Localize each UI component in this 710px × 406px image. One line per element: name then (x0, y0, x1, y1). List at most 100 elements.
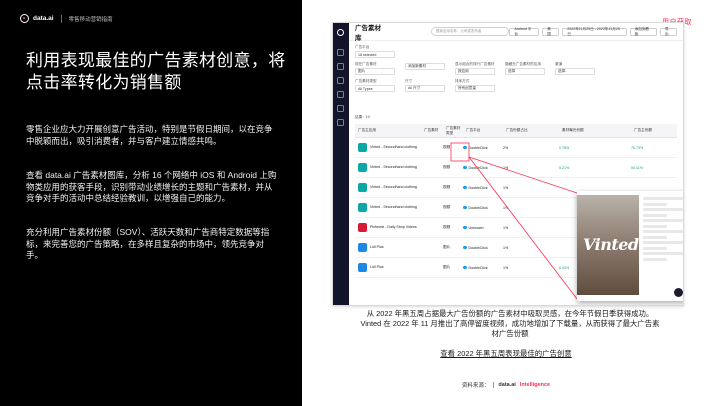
country-select[interactable]: 美国 (542, 27, 560, 36)
advertiser-cell: Lidl Plus (355, 243, 421, 252)
source-brand: data.ai (498, 382, 516, 388)
filter-creative: 现在广告素材 图片 (355, 62, 395, 75)
screenshot-caption: 从 2022 年黑五周占据最大广告份额的广告素材中吸取灵感，在今年节假日季获得成… (360, 309, 660, 338)
sov-value: 1% (503, 265, 509, 270)
column-header[interactable]: 广告份额占比 (503, 128, 559, 133)
new-creative-select[interactable]: 添加新素材 (405, 63, 445, 70)
date-range-select[interactable]: 2022年11月25日 - 2022年11月25日 (562, 27, 627, 36)
paragraph-3: 充分利用广告素材份额（SOV）、活跃天数和广告商特定数据等指标，来完善您的广告策… (26, 227, 270, 260)
creative-type: 图片 (443, 265, 451, 269)
view-creatives-link[interactable]: 查看 2022 年黑五周表现最佳的广告创意 (302, 348, 710, 359)
group-ranking-select[interactable]: 按应用 (455, 68, 495, 75)
sov-value: 1% (503, 205, 509, 210)
impression-share-value: 6.93% (559, 265, 570, 270)
creative-type-select[interactable]: All Types (355, 85, 395, 92)
add-to-dashboard-button[interactable]: 添加到看板 (629, 27, 658, 36)
hide-empty-select[interactable]: 选择 (505, 68, 545, 75)
creative-type: 视频 (443, 205, 451, 209)
platform-cell: DoubleClick (463, 246, 503, 250)
creative-details (643, 197, 683, 263)
table-header: 广告主应用 广告素材 广告素材类型 广告平台 广告份额占比 素材曝光份额 广告主… (355, 124, 677, 138)
filter-label: 渠道 (555, 62, 563, 66)
filter-ad-network: 广告平台 16 selected (355, 45, 395, 58)
filter-channel: 渠道 选择 (555, 62, 595, 75)
creative-type: 视频 (443, 145, 451, 149)
app-sidebar (333, 23, 349, 305)
platform-name: DoubleClick (468, 205, 488, 210)
ad-network-select[interactable]: 16 selected (355, 51, 395, 58)
size-select[interactable]: All 尺寸 (405, 85, 445, 92)
platform-cell: Unknown (463, 226, 503, 230)
detail-line (643, 246, 667, 250)
channel-select[interactable]: 选择 (555, 68, 595, 75)
sov-cell: 1% (503, 166, 559, 170)
sov-cell: 1% (503, 266, 559, 270)
table-row[interactable]: Vinted - Secondhand clothing 视频 DoubleClic… (355, 138, 677, 158)
target-icon[interactable] (337, 91, 344, 98)
detail-line (643, 224, 667, 228)
filter-label: 显示组合的排行广告素材 (455, 62, 495, 66)
sov-value: 1% (503, 165, 509, 170)
creative-preview-image: Vinted (577, 195, 639, 295)
app-icon (358, 243, 367, 252)
sov-cell: 1% (503, 186, 559, 190)
platform-name: DoubleClick (468, 245, 488, 250)
app-title: 广告素材库 (355, 24, 381, 42)
column-header[interactable]: 广告素材 (421, 128, 443, 133)
advertiser-share-value: 54.11% (631, 165, 643, 170)
platform-cell: DoubleClick (463, 186, 503, 190)
close-icon[interactable] (674, 288, 683, 297)
platform-cell: DoubleClick (463, 206, 503, 210)
home-icon[interactable] (337, 49, 344, 56)
column-header[interactable]: 广告平台 (463, 128, 503, 133)
grid-icon[interactable] (337, 77, 344, 84)
filter-row-2: 现在广告素材 图片 添加新素材 显示组合的排行广告素材 按应用 隐藏无广告素材的… (355, 62, 677, 75)
vinted-wordmark: Vinted (583, 235, 639, 254)
right-panel: 用户获取 广告素材库 搜索应用名称、公司或发布者 Android 平台 美国 2… (302, 0, 710, 406)
advertiser-name: Lidl Plus (370, 265, 384, 270)
creative-type: 视频 (443, 185, 451, 189)
platform-select[interactable]: Android 平台 (509, 27, 540, 36)
column-header[interactable]: 广告主应用 (355, 128, 421, 133)
creative-preview-popup[interactable]: Vinted (577, 191, 683, 301)
detail-line (643, 202, 667, 206)
export-button[interactable]: 导出 (660, 27, 677, 36)
platform-name: DoubleClick (468, 145, 488, 150)
app-icon (358, 163, 367, 172)
app-screenshot: 广告素材库 搜索应用名称、公司或发布者 Android 平台 美国 2022年1… (332, 22, 684, 306)
source-label: 资料来源： (461, 383, 490, 389)
sov-value: 2% (503, 145, 509, 150)
app-icon (358, 263, 367, 272)
detail-line (643, 230, 683, 233)
sov-value: 1% (503, 245, 509, 250)
column-header[interactable]: 广告素材类型 (443, 126, 463, 136)
impression-share-cell: 5.21% (559, 166, 631, 170)
layers-icon[interactable] (337, 105, 344, 112)
filter-panel: 广告平台 16 selected 现在广告素材 图片 添加新素材 显示组合的排行… (349, 41, 683, 100)
filter-creative-type: 广告素材类型 All Types (355, 79, 395, 92)
column-header[interactable]: 素材曝光份额 (559, 128, 631, 133)
sort-select[interactable]: 所有创意量 (455, 85, 495, 92)
table-row[interactable]: Vinted - Secondhand clothing 视频 DoubleClic… (355, 158, 677, 178)
impression-share-cell: 0.78% (559, 146, 631, 150)
platform-dot-icon (463, 145, 467, 150)
advertiser-cell: Lidl Plus (355, 263, 421, 272)
filter-label: 尺寸 (405, 79, 413, 83)
detail-line (643, 257, 667, 261)
app-icon (358, 203, 367, 212)
chart-icon[interactable] (337, 63, 344, 70)
platform-dot-icon (463, 245, 467, 250)
data-ai-logo-icon (20, 14, 29, 23)
brand-subtitle: 零售移动营销指南 (68, 16, 113, 23)
column-header[interactable]: 广告主份额 (631, 128, 671, 133)
platform-dot-icon (463, 185, 467, 190)
advertiser-share-value: 76.73% (631, 145, 644, 150)
page-headline: 利用表现最佳的广告素材创意，将点击率转化为销售额 (26, 51, 286, 92)
platform-dot-icon (463, 225, 467, 230)
settings-icon[interactable] (337, 119, 344, 126)
creative-format-select[interactable]: 图片 (355, 68, 395, 75)
platform-name: DoubleClick (468, 265, 488, 270)
creative-type: 视频 (443, 165, 451, 169)
search-input[interactable]: 搜索应用名称、公司或发布者 (430, 27, 510, 36)
app-logo-icon (337, 29, 344, 36)
